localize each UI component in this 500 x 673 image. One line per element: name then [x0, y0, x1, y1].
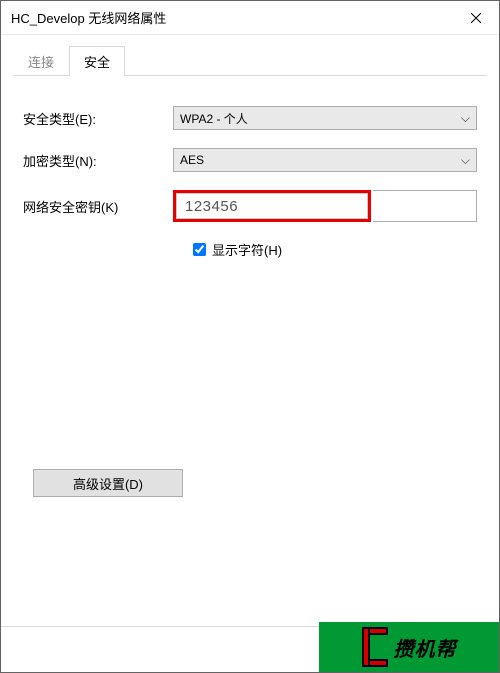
- security-type-label: 安全类型(E):: [23, 109, 173, 128]
- network-key-value: 123456: [185, 198, 238, 215]
- security-panel: 安全类型(E): WPA2 - 个人 ⌵ 加密类型(N): AES ⌵: [13, 76, 487, 507]
- show-chars-row: 显示字符(H): [193, 240, 477, 259]
- close-icon: [471, 13, 481, 23]
- security-type-select[interactable]: WPA2 - 个人 ⌵: [173, 106, 477, 130]
- title-bar: HC_Develop 无线网络属性: [1, 1, 499, 35]
- network-key-label: 网络安全密钥(K): [23, 197, 173, 216]
- chevron-down-icon: ⌵: [461, 111, 470, 126]
- tab-strip: 连接 安全: [13, 45, 487, 76]
- chevron-down-icon: ⌵: [461, 153, 470, 168]
- encryption-type-label: 加密类型(N):: [23, 151, 173, 170]
- dialog-window: HC_Develop 无线网络属性 连接 安全 安全类型(E): WPA2 - …: [0, 0, 500, 673]
- watermark: 攒机帮: [319, 622, 499, 672]
- watermark-text: 攒机帮: [394, 633, 457, 662]
- network-key-input[interactable]: 123456: [176, 193, 368, 219]
- network-key-input-rest[interactable]: [373, 190, 477, 222]
- security-type-value: WPA2 - 个人: [180, 110, 248, 127]
- tab-connection[interactable]: 连接: [13, 46, 69, 76]
- tab-security[interactable]: 安全: [69, 46, 125, 76]
- client-area: 连接 安全 安全类型(E): WPA2 - 个人 ⌵ 加密类型(N): AES: [1, 35, 499, 626]
- encryption-type-select[interactable]: AES ⌵: [173, 148, 477, 172]
- show-chars-checkbox[interactable]: [193, 243, 206, 256]
- close-button[interactable]: [453, 1, 499, 34]
- show-chars-label: 显示字符(H): [212, 240, 282, 259]
- encryption-type-value: AES: [180, 153, 204, 167]
- network-key-highlight: 123456: [173, 190, 371, 222]
- window-title: HC_Develop 无线网络属性: [11, 8, 453, 27]
- advanced-settings-button[interactable]: 高级设置(D): [33, 469, 183, 497]
- watermark-logo-icon: [362, 627, 388, 667]
